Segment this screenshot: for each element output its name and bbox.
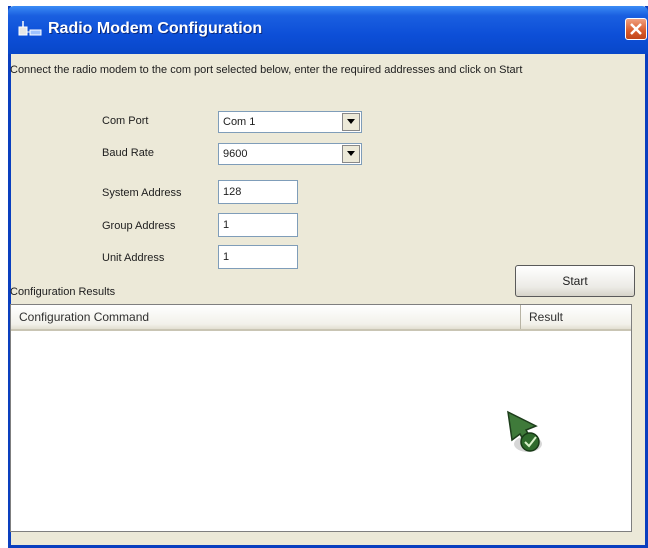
title-bar[interactable]: Radio Modem Configuration <box>8 6 648 54</box>
baud-rate-dropdown-button[interactable] <box>342 145 360 163</box>
baud-rate-select[interactable]: 9600 <box>218 143 362 165</box>
unit-address-label: Unit Address <box>102 252 165 264</box>
unit-address-input[interactable]: 1 <box>218 245 298 269</box>
pointer-cursor-icon <box>507 410 542 452</box>
close-button[interactable] <box>625 18 647 40</box>
system-address-label: System Address <box>102 187 182 199</box>
instruction-text: Connect the radio modem to the com port … <box>10 64 523 76</box>
window-title: Radio Modem Configuration <box>48 20 263 37</box>
system-address-input[interactable]: 128 <box>218 180 298 204</box>
group-address-label: Group Address <box>102 220 176 232</box>
configuration-results-label: Configuration Results <box>10 286 116 298</box>
column-header-configuration-command[interactable]: Configuration Command <box>11 305 521 329</box>
baud-rate-value: 9600 <box>223 148 248 160</box>
com-port-select[interactable]: Com 1 <box>218 111 362 133</box>
baud-rate-label: Baud Rate <box>102 147 154 159</box>
group-address-input[interactable]: 1 <box>218 213 298 237</box>
close-icon <box>630 23 642 35</box>
com-port-value: Com 1 <box>223 116 256 128</box>
radio-modem-icon <box>18 21 42 36</box>
com-port-label: Com Port <box>102 115 149 127</box>
chevron-down-icon <box>347 151 355 156</box>
chevron-down-icon <box>347 119 355 124</box>
start-button[interactable]: Start <box>515 265 635 297</box>
com-port-dropdown-button[interactable] <box>342 113 360 131</box>
column-header-result[interactable]: Result <box>521 305 631 329</box>
results-list-header: Configuration Command Result <box>11 305 631 331</box>
